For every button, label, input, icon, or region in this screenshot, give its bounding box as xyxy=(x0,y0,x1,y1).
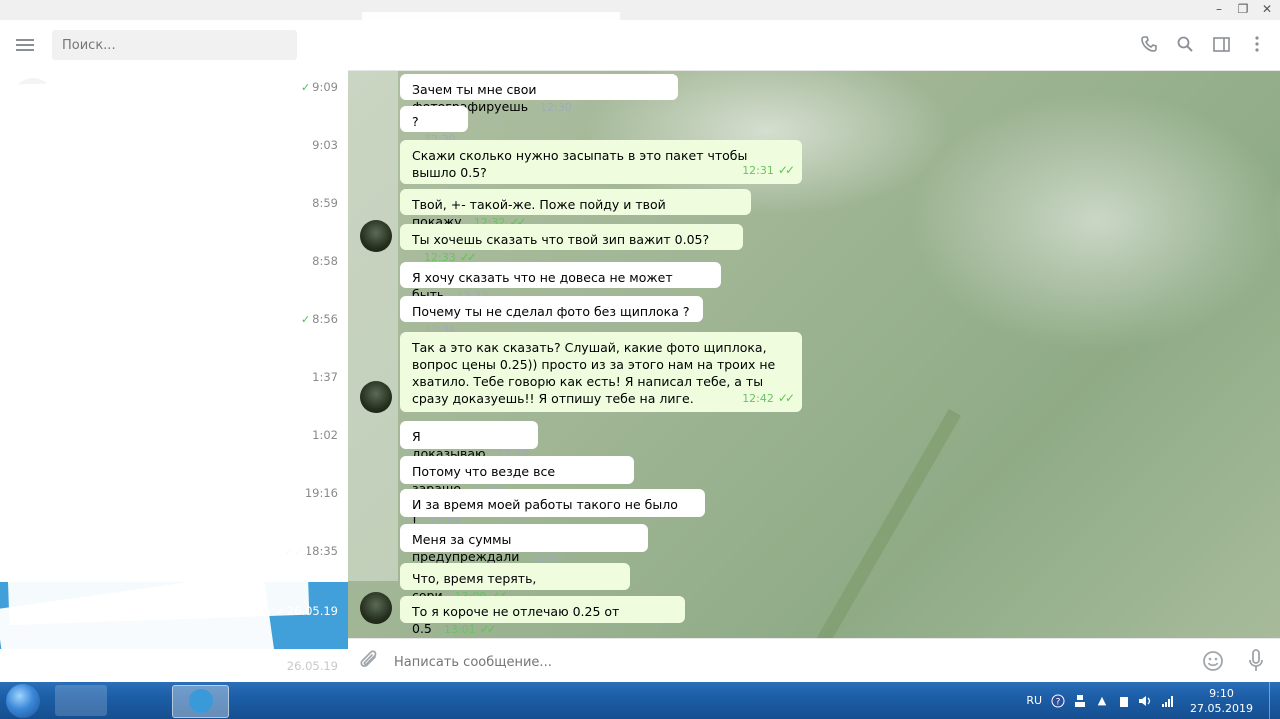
volume-icon[interactable] xyxy=(1138,693,1154,709)
signal-icon[interactable] xyxy=(1160,693,1176,709)
chat-time: 26.05.19 xyxy=(286,659,338,673)
message-input[interactable] xyxy=(392,650,1176,674)
microphone-icon[interactable] xyxy=(1248,649,1264,677)
message-bubble-outgoing[interactable]: То я короче не отлечаю 0.25 от 0.5 13:01 ✓… xyxy=(400,596,685,636)
network-icon[interactable] xyxy=(1072,693,1088,709)
chat-time: 8:56 xyxy=(312,312,338,326)
message-bubble-outgoing[interactable]: Так а это как сказать? Слушай, какие фот… xyxy=(400,332,802,412)
chat-time: 8:59 xyxy=(312,196,338,210)
search-box[interactable] xyxy=(52,30,297,60)
message-time: 12:42 xyxy=(742,392,774,405)
message-bubble-incoming[interactable]: Почему ты не сделал фото без щиплока ?12… xyxy=(400,296,703,336)
message-bubble-outgoing[interactable]: Твой, +- такой-же. Поже пойду и твой пок… xyxy=(400,189,751,229)
message-bubble-incoming[interactable]: И за время моей работы такого не было ! 1… xyxy=(400,489,705,529)
chat-time: 19:16 xyxy=(304,486,338,500)
chat-header xyxy=(348,12,1280,71)
message-bubble-incoming[interactable]: Меня за суммы предупреждали 13:00 xyxy=(400,524,648,564)
message-bubble-incoming[interactable]: ?12:30 xyxy=(400,106,468,146)
message-bubble-incoming[interactable]: Я хочу сказать что не довеса не может бы… xyxy=(400,262,721,302)
double-check-icon: ✓✓ xyxy=(777,163,795,177)
double-check-icon: ✓✓ xyxy=(479,622,497,636)
message-time: 12:30 xyxy=(540,101,572,114)
show-desktop-button[interactable] xyxy=(1269,682,1280,719)
read-check-icon: ✓ xyxy=(300,81,311,94)
chat-time: 1:37 xyxy=(312,370,338,384)
search-icon[interactable] xyxy=(1176,35,1194,53)
background-flower xyxy=(908,91,1280,351)
telegram-icon xyxy=(188,689,213,713)
clock-time: 9:10 xyxy=(1209,686,1234,700)
message-bubble-outgoing[interactable]: Ты хочешь сказать что твой зип важит 0.0… xyxy=(400,224,743,264)
taskbar-telegram-app[interactable] xyxy=(172,685,229,718)
redaction-overlay xyxy=(362,12,620,52)
help-icon[interactable]: ? xyxy=(1050,693,1066,709)
sender-avatar[interactable] xyxy=(360,381,392,413)
emoji-icon[interactable] xyxy=(1202,650,1224,676)
sender-avatar[interactable] xyxy=(360,220,392,252)
sidebar-toggle-icon[interactable] xyxy=(1212,35,1230,53)
hamburger-menu-icon[interactable] xyxy=(16,39,34,51)
clock-date: 27.05.2019 xyxy=(1190,701,1253,715)
message-bubble-outgoing[interactable]: Скажи сколько нужно засыпать в это пакет… xyxy=(400,140,802,184)
close-button[interactable]: ✕ xyxy=(1260,2,1274,16)
window-titlebar: – ❐ ✕ xyxy=(0,0,1280,20)
sidebar-header xyxy=(0,20,348,70)
chat-time: 8:58 xyxy=(312,254,338,268)
message-area[interactable]: Зачем ты мне свои фотографируешь12:30 ?1… xyxy=(348,71,1280,638)
message-bubble-incoming[interactable]: Я доказываю 12:58 xyxy=(400,421,538,461)
clock[interactable]: 9:10 27.05.2019 xyxy=(1190,686,1253,716)
chat-time: 18:35 xyxy=(304,544,338,558)
background-stem xyxy=(788,408,962,638)
message-composer xyxy=(348,638,1280,683)
message-bubble-incoming[interactable]: Потому что везде все зарашо12:58 xyxy=(400,456,634,496)
windows-taskbar: RU ? ▲ 9:10 27.05.2019 xyxy=(0,682,1280,719)
system-tray: RU ? ▲ 9:10 27.05.2019 xyxy=(1026,682,1280,719)
redaction-overlay xyxy=(0,74,310,626)
maximize-button[interactable]: ❐ xyxy=(1236,2,1250,16)
more-icon[interactable] xyxy=(1248,35,1266,53)
redaction-overlay xyxy=(348,71,398,581)
taskbar-app[interactable] xyxy=(55,685,107,716)
read-check-icon: ✓ xyxy=(300,313,311,326)
start-button[interactable] xyxy=(6,684,40,718)
language-indicator[interactable]: RU xyxy=(1026,694,1042,707)
chat-time: 9:03 xyxy=(312,138,338,152)
message-bubble-outgoing[interactable]: Что, время терять, сори13:00✓✓ xyxy=(400,563,630,603)
show-hidden-icons-icon[interactable]: ▲ xyxy=(1094,693,1110,709)
minimize-button[interactable]: – xyxy=(1212,2,1226,16)
phone-icon[interactable] xyxy=(1140,35,1158,53)
chat-list: ✓ 9:09 9:03 8:59 8:58 ✓ 8:56 1:37 1:02 19:… xyxy=(0,70,348,680)
sender-avatar[interactable] xyxy=(360,592,392,624)
message-time: 13:01 xyxy=(443,623,476,636)
attach-icon[interactable] xyxy=(360,650,380,676)
search-input[interactable] xyxy=(52,30,297,60)
message-bubble-incoming[interactable]: Зачем ты мне свои фотографируешь 12:30 xyxy=(400,74,678,114)
device-icon[interactable] xyxy=(1116,693,1132,709)
message-time: 12:31 xyxy=(742,164,774,177)
chat-time: 9:09 xyxy=(312,80,338,94)
double-check-icon: ✓✓ xyxy=(777,391,795,405)
chat-time: 1:02 xyxy=(312,428,338,442)
svg-text:?: ? xyxy=(1056,697,1061,707)
